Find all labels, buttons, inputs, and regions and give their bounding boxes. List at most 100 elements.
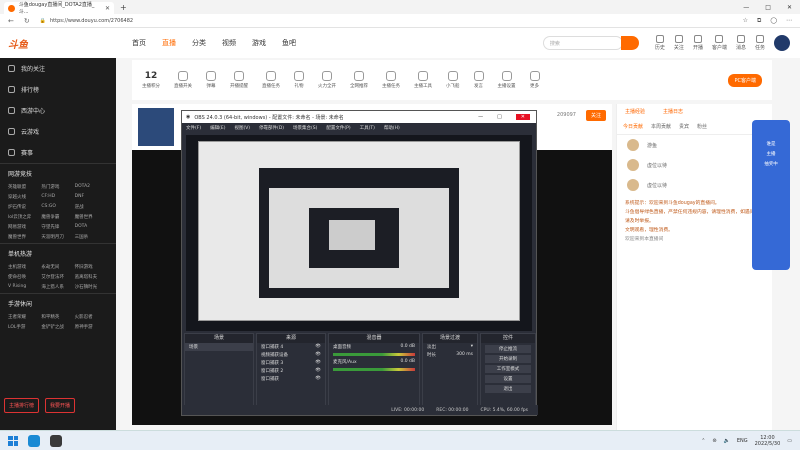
browser-tab[interactable]: 斗鱼dougay直播间_DOTA2直播_斗... ✕ — [4, 2, 114, 15]
nav-home[interactable]: 首页 — [132, 38, 146, 48]
eye-icon[interactable]: 👁 — [315, 352, 321, 358]
profile-icon[interactable]: ◯ — [770, 17, 777, 25]
category-link[interactable]: 穿越火线 — [8, 194, 41, 200]
tool-ship[interactable]: 小飞船 — [446, 71, 460, 89]
tool-gift[interactable]: 礼物 — [294, 71, 304, 89]
source-item[interactable]: 窗口捕获 4 👁 — [257, 343, 325, 351]
duration-field[interactable]: 时长 300 ms — [423, 351, 477, 359]
minimize-button[interactable]: — — [743, 4, 749, 11]
user-avatar[interactable] — [774, 35, 790, 51]
category-link[interactable]: 火影忍者 — [75, 314, 108, 320]
category-link[interactable]: 海上猎人系 — [41, 284, 74, 290]
follow-button[interactable]: 关注 — [585, 110, 606, 121]
chevron-up-icon[interactable]: ⌃ — [701, 438, 705, 444]
refresh-icon[interactable]: ↻ — [24, 17, 30, 25]
nav-yuba[interactable]: 鱼吧 — [282, 38, 296, 48]
edge-icon[interactable] — [28, 434, 40, 447]
tool-settings[interactable]: 主播设置 — [498, 71, 516, 89]
anchor-exp-tab[interactable]: 主播经验 — [625, 108, 645, 115]
category-link[interactable]: 逃离塔科夫 — [75, 274, 108, 280]
network-icon[interactable]: ⊜ — [712, 438, 716, 444]
tab-fans[interactable]: 粉丝 — [697, 123, 707, 130]
category-link[interactable]: 三国杀 — [75, 234, 108, 240]
obs-maximize-button[interactable]: □ — [497, 114, 502, 120]
eye-icon[interactable]: 👁 — [315, 368, 321, 374]
tab-today[interactable]: 今日贡献 — [623, 123, 643, 130]
category-link[interactable]: 永劫无间 — [41, 264, 74, 270]
category-link[interactable]: 魔兽世界 — [8, 234, 41, 240]
pc-client-button[interactable]: PC客户端 — [728, 73, 762, 87]
category-link[interactable]: 炉石传说 — [8, 204, 41, 210]
category-link[interactable]: 网易游戏 — [8, 224, 41, 230]
category-link[interactable]: CS:GO — [41, 204, 74, 210]
nav-live[interactable]: 直播 — [162, 38, 176, 48]
obs-menu-file[interactable]: 文件(F) — [186, 125, 201, 131]
url-field[interactable]: 🔒 https://www.douyu.com/2706482 — [40, 18, 133, 24]
input-language[interactable]: ENG — [737, 438, 748, 444]
tool-live-task[interactable]: 直播任务 — [262, 71, 280, 89]
category-link[interactable]: 艾尔登法环 — [41, 274, 74, 280]
anchor-rank-button[interactable]: 主播排行榜 — [4, 398, 40, 413]
notification-icon[interactable]: ▭ — [787, 438, 792, 444]
sidebar-item-follow[interactable]: 我的关注 — [0, 58, 116, 79]
tool-danmu[interactable]: 弹幕 — [206, 71, 216, 89]
obs-menu-edit[interactable]: 编辑(E) — [210, 125, 225, 131]
nav-video[interactable]: 视频 — [222, 38, 236, 48]
tab-vip[interactable]: 贵宾 — [679, 123, 689, 130]
more-icon[interactable]: ⋯ — [786, 17, 792, 25]
task-button[interactable]: 任务 — [755, 35, 765, 51]
streamer-avatar[interactable] — [138, 108, 174, 146]
start-recording-button[interactable]: 开始录制 — [485, 355, 531, 363]
category-link[interactable]: DOTA — [75, 224, 108, 230]
obs-menu-docks[interactable]: 停靠部件(D) — [259, 125, 284, 131]
category-link[interactable]: 怀旧游戏 — [75, 264, 108, 270]
obs-menu-help[interactable]: 帮助(H) — [384, 125, 400, 131]
category-link[interactable]: 天涯明月刀 — [41, 234, 74, 240]
sidebar-item-rank[interactable]: 排行榜 — [0, 79, 116, 100]
tool-live-switch[interactable]: 直播开关 — [174, 71, 192, 89]
close-tab-icon[interactable]: ✕ — [105, 5, 110, 12]
obs-minimize-button[interactable]: — — [478, 114, 483, 120]
source-item[interactable]: 窗口捕获 2 👁 — [257, 367, 325, 375]
close-window-button[interactable]: ✕ — [787, 4, 792, 11]
tool-anchor-task[interactable]: 主播任务 — [382, 71, 400, 89]
category-link[interactable]: 金铲铲之战 — [41, 324, 74, 330]
back-icon[interactable]: ← — [8, 17, 14, 25]
favorite-icon[interactable]: ☆ — [743, 17, 748, 25]
collections-icon[interactable]: ⧉ — [757, 17, 761, 25]
category-link[interactable]: 王者荣耀 — [8, 314, 41, 320]
category-link[interactable]: lol云顶之弈 — [8, 214, 41, 220]
category-link[interactable]: 英雄联盟 — [8, 184, 41, 190]
eye-icon[interactable]: 👁 — [315, 376, 321, 382]
obs-menu-tools[interactable]: 工具(T) — [360, 125, 375, 131]
broadcast-button[interactable]: 开播 — [693, 35, 703, 51]
category-link[interactable]: 热门游戏 — [41, 184, 74, 190]
tab-week[interactable]: 本周贡献 — [651, 123, 671, 130]
category-link[interactable]: DOTA2 — [75, 184, 108, 190]
nav-category[interactable]: 分类 — [192, 38, 206, 48]
windows-start-icon[interactable] — [8, 435, 18, 446]
client-button[interactable]: 客户端 — [712, 35, 727, 51]
category-link[interactable]: 魔兽争霸 — [41, 214, 74, 220]
category-link[interactable]: DNF — [75, 194, 108, 200]
new-tab-button[interactable]: + — [120, 3, 127, 12]
category-link[interactable]: V Rising — [8, 284, 41, 290]
source-item[interactable]: 窗口捕获 👁 — [257, 375, 325, 383]
follow-button[interactable]: 关注 — [674, 35, 684, 51]
floating-promo[interactable]: 谁是 主播 抽奖中 — [752, 120, 790, 270]
category-link[interactable]: 沙石镇时光 — [75, 284, 108, 290]
category-link[interactable]: LOL手游 — [8, 324, 41, 330]
tool-more[interactable]: 更多 — [529, 71, 540, 89]
tool-score[interactable]: 12 主播积分 — [142, 71, 160, 89]
category-link[interactable]: CF:HD — [41, 194, 74, 200]
scene-item[interactable]: 场景 — [185, 343, 253, 351]
exit-button[interactable]: 退出 — [485, 385, 531, 393]
maximize-button[interactable]: □ — [765, 4, 771, 11]
search-icon[interactable] — [620, 36, 639, 50]
tool-recommend[interactable]: 全网推荐 — [350, 71, 368, 89]
transition-select[interactable]: 淡出 ▾ — [423, 343, 477, 351]
category-link[interactable]: 原神手游 — [75, 324, 108, 330]
category-link[interactable]: 使命召唤 — [8, 274, 41, 280]
douyu-logo[interactable]: 斗鱼 — [8, 36, 28, 51]
message-button[interactable]: 消息 — [736, 35, 746, 51]
